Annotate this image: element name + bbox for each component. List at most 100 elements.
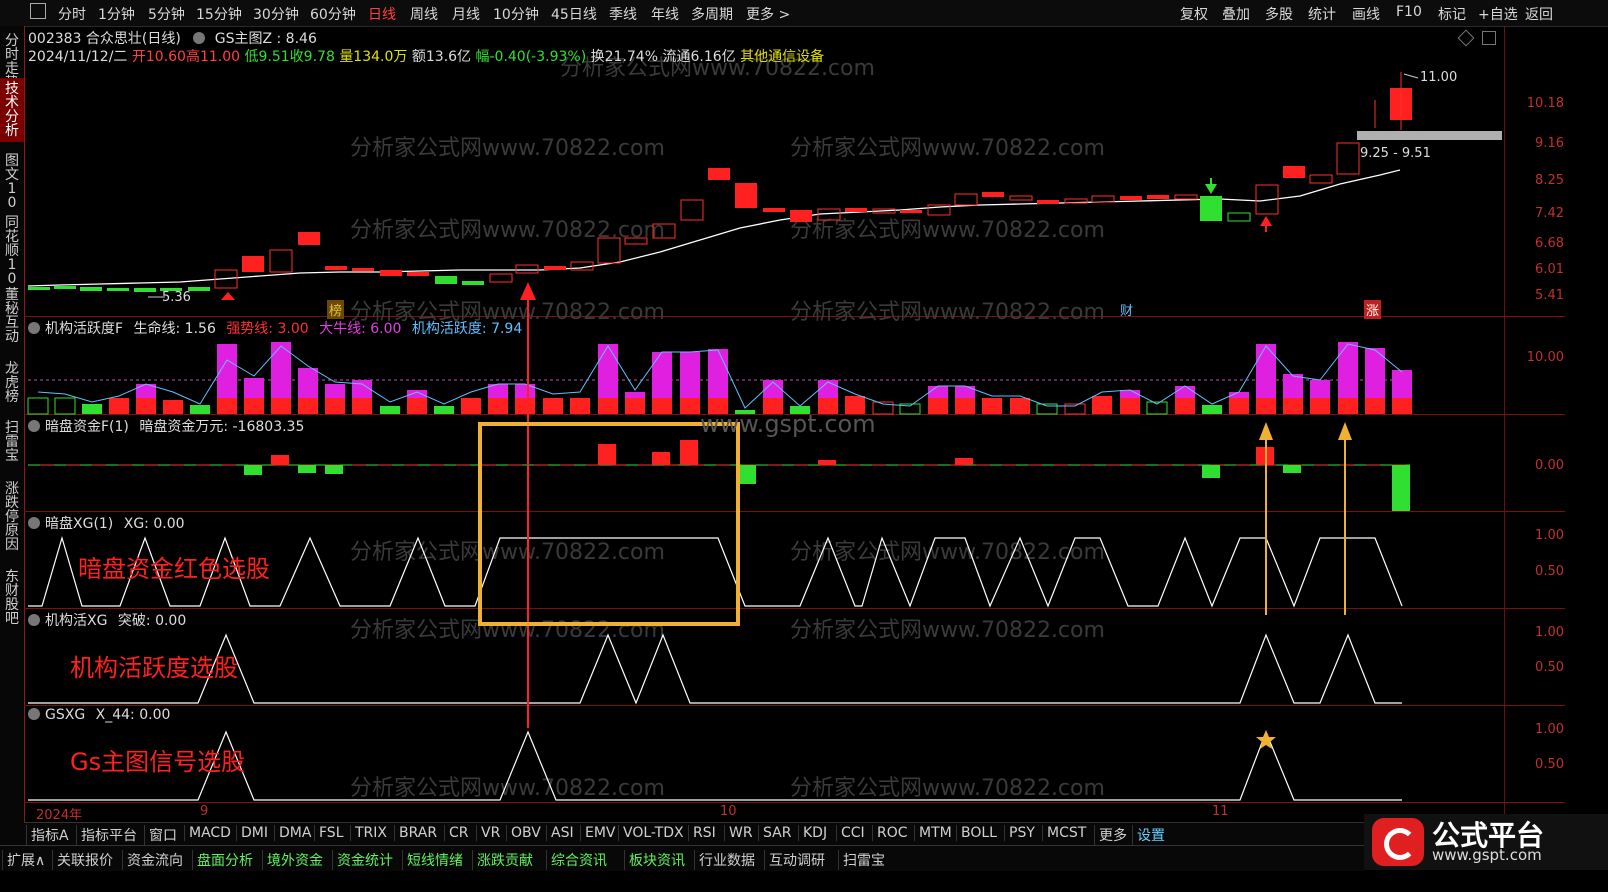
tab-related-quotes[interactable]: 关联报价 [52,850,113,870]
info-tabbar: 扩展∧ 关联报价 资金流向 盘面分析 境外资金 资金统计 短线情绪 涨跌贡献 综… [0,845,1364,871]
logo-url: www.gspt.com [1432,846,1542,864]
tab-fsl[interactable]: FSL [314,825,344,841]
candle [107,288,129,291]
event-tag-limit[interactable]: 涨 [1364,300,1382,319]
candle [544,266,566,270]
candle [708,168,730,180]
high-price-label: 11.00 [1420,70,1458,85]
tab-macd[interactable]: MACD [184,825,231,841]
event-tag-finance[interactable]: 财 [1120,300,1133,319]
indicator-tabbar: 指标A 指标平台 窗口 MACD DMI DMA FSL TRIX BRAR C… [24,822,1364,845]
tab-psy[interactable]: PSY [1004,825,1035,841]
panel-name: 暗盘XG(1) [45,516,114,532]
logo-glyph [1384,828,1416,860]
x-axis-month: 9 [200,804,209,819]
tab-news[interactable]: 综合资讯 [546,850,607,870]
tab-rsi[interactable]: RSI [688,825,716,841]
candle [845,208,867,212]
event-tag-rank[interactable]: 榜 [327,300,345,319]
tab-dma[interactable]: DMA [274,825,311,841]
panel-dropdown-icon[interactable] [28,420,40,432]
tab-indicator-a[interactable]: 指标A [26,825,69,845]
tab-industry-data[interactable]: 行业数据 [694,850,755,870]
tab-cci[interactable]: CCI [836,825,865,841]
y-tick: 1.00 [1535,528,1564,543]
y-tick: 0.50 [1535,660,1564,675]
tab-mine-sweeper[interactable]: 扫雷宝 [838,850,885,870]
tab-roc[interactable]: ROC [872,825,908,841]
panel-value: 暗盘资金万元: -16803.35 [139,419,305,435]
y-tick: 1.00 [1535,722,1564,737]
tab-emv[interactable]: EMV [580,825,616,841]
candle [982,192,1004,197]
tab-settings[interactable]: 设置 [1132,825,1165,845]
panel-name: 暗盘资金F(1) [45,419,129,435]
tab-expand[interactable]: 扩展∧ [2,850,45,870]
panel5-header: GSXG X_44: 0.00 [28,707,170,723]
tab-more[interactable]: 更多 [1094,825,1127,845]
tab-brar[interactable]: BRAR [394,825,437,841]
panel3-header: 暗盘XG(1) XG: 0.00 [28,513,185,533]
arrowhead-yellow [1259,422,1273,440]
x-axis-month: 11 [1212,804,1229,819]
panel-value: 强势线: 3.00 [226,321,309,337]
panel-dropdown-icon[interactable] [28,708,40,720]
panel-dropdown-icon[interactable] [28,517,40,529]
tab-foreign-capital[interactable]: 境外资金 [262,850,323,870]
tab-mcst[interactable]: MCST [1042,825,1086,841]
candle [1174,194,1198,200]
candle [624,237,648,245]
tab-indicator-platform[interactable]: 指标平台 [76,825,137,845]
tab-vr[interactable]: VR [476,825,500,841]
tab-kdj[interactable]: KDJ [798,825,827,841]
tab-capital-flow[interactable]: 资金流向 [122,850,183,870]
star-marker [1256,730,1276,749]
tab-short-sentiment[interactable]: 短线情绪 [402,850,463,870]
panel-value: 机构活跃度: 7.94 [411,321,523,337]
x-axis-month: 10 [720,804,737,819]
candle [735,183,757,208]
tab-sector-news[interactable]: 板块资讯 [624,850,685,870]
tab-mtm[interactable]: MTM [914,825,952,841]
panel-dropdown-icon[interactable] [28,322,40,334]
candle [1037,200,1059,204]
up-arrow-red [221,292,235,300]
tab-window[interactable]: 窗口 [144,825,177,845]
panel4-header: 机构活XG 突破: 0.00 [28,610,186,630]
candle [1120,196,1142,200]
panel-value: 大牛线: 6.00 [319,321,402,337]
candle [242,256,264,272]
darkpool-bars [28,440,1410,511]
tab-capital-stats[interactable]: 资金统计 [332,850,393,870]
panel-value: 生命线: 1.56 [133,321,216,337]
tab-wr[interactable]: WR [724,825,753,841]
candle [954,193,978,206]
y-tick: 0.50 [1535,757,1564,772]
y-tick: 10.00 [1526,350,1564,365]
panel2-header: 暗盘资金F(1) 暗盘资金万元: -16803.35 [28,416,304,436]
tab-market-analysis[interactable]: 盘面分析 [192,850,253,870]
candle [515,264,539,274]
panel-name: GSXG [45,707,86,723]
arrowhead-red [520,282,536,300]
candle [298,232,320,245]
tab-sar[interactable]: SAR [758,825,791,841]
candles [28,72,1412,292]
panel-value: XG: 0.00 [123,516,185,532]
tab-obv[interactable]: OBV [506,825,541,841]
panel-dropdown-icon[interactable] [28,614,40,626]
candle [790,210,812,222]
tab-asi[interactable]: ASI [546,825,574,841]
tab-trix[interactable]: TRIX [350,825,387,841]
candle [1309,174,1333,184]
tab-dmi[interactable]: DMI [236,825,268,841]
arrowhead-yellow [1338,422,1352,440]
tab-cr[interactable]: CR [444,825,469,841]
tab-interaction[interactable]: 互动调研 [764,850,825,870]
activity-bars [27,342,1412,415]
annotation-darkpool: 暗盘资金红色选股 [78,555,270,583]
tab-contribution[interactable]: 涨跌贡献 [472,850,533,870]
low-price-label: 5.36 [162,290,191,305]
tab-vol-tdx[interactable]: VOL-TDX [618,825,684,841]
tab-boll[interactable]: BOLL [956,825,997,841]
